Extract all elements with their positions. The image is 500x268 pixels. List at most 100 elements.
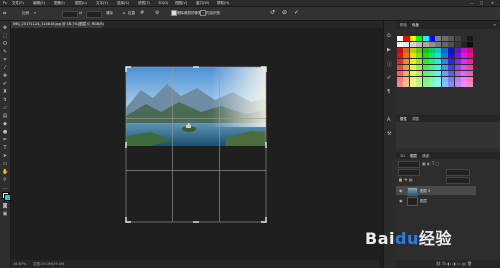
crop-tool-icon[interactable]: ⌗ <box>2 57 8 63</box>
character-panel-icon[interactable]: A <box>387 117 390 123</box>
height-field[interactable] <box>86 11 102 18</box>
cancel-crop-icon[interactable]: ⊘ <box>282 9 287 16</box>
color-swatch[interactable] <box>441 82 448 88</box>
color-swatch[interactable] <box>397 65 403 70</box>
color-swatch[interactable] <box>435 70 442 76</box>
color-swatch[interactable] <box>397 36 403 41</box>
brush-tool-icon[interactable]: ✐ <box>2 81 8 87</box>
color-swatch[interactable] <box>422 59 429 65</box>
color-swatch[interactable] <box>448 41 455 47</box>
color-swatch[interactable] <box>435 47 442 53</box>
color-swatch[interactable] <box>397 47 403 53</box>
color-swatch[interactable] <box>403 47 410 53</box>
color-swatch[interactable] <box>409 59 416 65</box>
menu-edit[interactable]: 编辑(E) <box>33 1 45 6</box>
move-tool-icon[interactable]: ✥ <box>2 25 8 31</box>
eraser-tool-icon[interactable]: ▱ <box>2 105 8 111</box>
color-swatch[interactable] <box>435 53 442 59</box>
panel-menu-icon[interactable]: ≡ <box>493 22 496 27</box>
menu-window[interactable]: 窗口(W) <box>196 1 209 6</box>
info-panel-icon[interactable]: ⓘ <box>387 61 392 68</box>
canvas-area[interactable] <box>11 28 379 260</box>
color-swatch[interactable] <box>448 70 455 76</box>
minimize-button[interactable]: — <box>470 1 474 5</box>
layer-name[interactable]: 图层 <box>420 199 427 204</box>
color-swatch[interactable] <box>403 41 410 47</box>
dodge-tool-icon[interactable]: ● <box>2 129 8 135</box>
hand-tool-icon[interactable]: ✋ <box>2 169 8 175</box>
color-swatch[interactable] <box>435 59 442 65</box>
history-panel-icon[interactable]: ⏲ <box>387 33 391 39</box>
paragraph-panel-icon[interactable]: ¶ <box>387 89 390 95</box>
color-swatch[interactable] <box>409 47 416 53</box>
menu-help[interactable]: 帮助(H) <box>217 1 229 6</box>
blend-mode-dropdown[interactable] <box>398 169 420 176</box>
color-swatch[interactable] <box>416 36 423 41</box>
color-swatch[interactable] <box>422 82 429 88</box>
color-swatch[interactable] <box>448 47 455 53</box>
more-tools-icon[interactable]: … <box>2 185 8 191</box>
color-swatch[interactable] <box>454 36 461 41</box>
color-swatch[interactable] <box>454 76 461 82</box>
color-swatch[interactable] <box>461 47 467 53</box>
color-swatch[interactable] <box>454 53 461 59</box>
color-swatch[interactable] <box>422 65 429 70</box>
pen-tool-icon[interactable]: ✒ <box>2 137 8 143</box>
color-swatch[interactable] <box>461 41 467 47</box>
color-swatch[interactable] <box>422 41 429 47</box>
maximize-button[interactable]: □ <box>480 1 483 5</box>
type-tool-icon[interactable]: T <box>2 145 8 151</box>
color-swatch[interactable] <box>397 70 403 76</box>
color-swatch[interactable] <box>409 36 416 41</box>
color-swatch[interactable] <box>461 76 467 82</box>
color-swatch[interactable] <box>454 59 461 65</box>
color-swatch[interactable] <box>448 53 455 59</box>
color-swatch[interactable] <box>416 41 423 47</box>
color-swatch[interactable] <box>409 70 416 76</box>
color-swatch[interactable] <box>403 65 410 70</box>
layer-filter-dropdown[interactable] <box>398 161 420 168</box>
color-swatch[interactable] <box>454 41 461 47</box>
brush-panel-icon[interactable]: ✐ <box>387 75 391 81</box>
menu-file[interactable]: 文件(F) <box>12 1 24 6</box>
filter-icons[interactable]: ▣ ◐ T ▢ <box>422 161 439 166</box>
color-swatch[interactable] <box>441 36 448 41</box>
color-swatch[interactable] <box>441 53 448 59</box>
color-swatch[interactable] <box>429 53 435 59</box>
color-swatch[interactable] <box>467 76 474 82</box>
layer-name[interactable]: 图层 0 <box>420 189 430 194</box>
path-select-tool-icon[interactable]: ➤ <box>2 153 8 159</box>
color-swatch[interactable] <box>448 36 455 41</box>
color-swatch[interactable] <box>409 76 416 82</box>
lasso-tool-icon[interactable]: ʘ <box>2 41 8 47</box>
opacity-field[interactable] <box>446 169 470 176</box>
menu-image[interactable]: 图像(I) <box>54 1 65 6</box>
color-swatch[interactable] <box>416 76 423 82</box>
color-swatch[interactable] <box>416 82 423 88</box>
tab-3d[interactable]: 3D <box>400 154 405 158</box>
color-swatch[interactable] <box>403 36 410 41</box>
color-swatch[interactable] <box>403 59 410 65</box>
menu-filter[interactable]: 滤镜(T) <box>138 1 150 6</box>
color-swatch[interactable] <box>448 76 455 82</box>
color-swatch[interactable] <box>441 47 448 53</box>
color-swatch[interactable] <box>422 53 429 59</box>
color-swatch[interactable] <box>448 59 455 65</box>
color-swatch[interactable] <box>435 36 442 41</box>
crop-tool-icon[interactable]: ⌗ <box>3 10 6 18</box>
swatches-grid[interactable] <box>397 36 474 90</box>
color-swatch[interactable] <box>397 41 403 47</box>
color-swatch[interactable] <box>422 70 429 76</box>
zoom-level[interactable]: 16.67% <box>13 262 26 266</box>
color-swatch[interactable] <box>422 47 429 53</box>
color-swatch[interactable] <box>429 47 435 53</box>
color-swatch[interactable] <box>448 65 455 70</box>
color-swatch[interactable] <box>416 47 423 53</box>
color-swatch[interactable] <box>461 53 467 59</box>
color-swatch[interactable] <box>435 76 442 82</box>
color-swatch[interactable] <box>429 76 435 82</box>
color-swatch[interactable] <box>461 82 467 88</box>
color-swatch[interactable] <box>409 53 416 59</box>
color-swatch[interactable] <box>454 47 461 53</box>
color-swatch[interactable] <box>454 65 461 70</box>
